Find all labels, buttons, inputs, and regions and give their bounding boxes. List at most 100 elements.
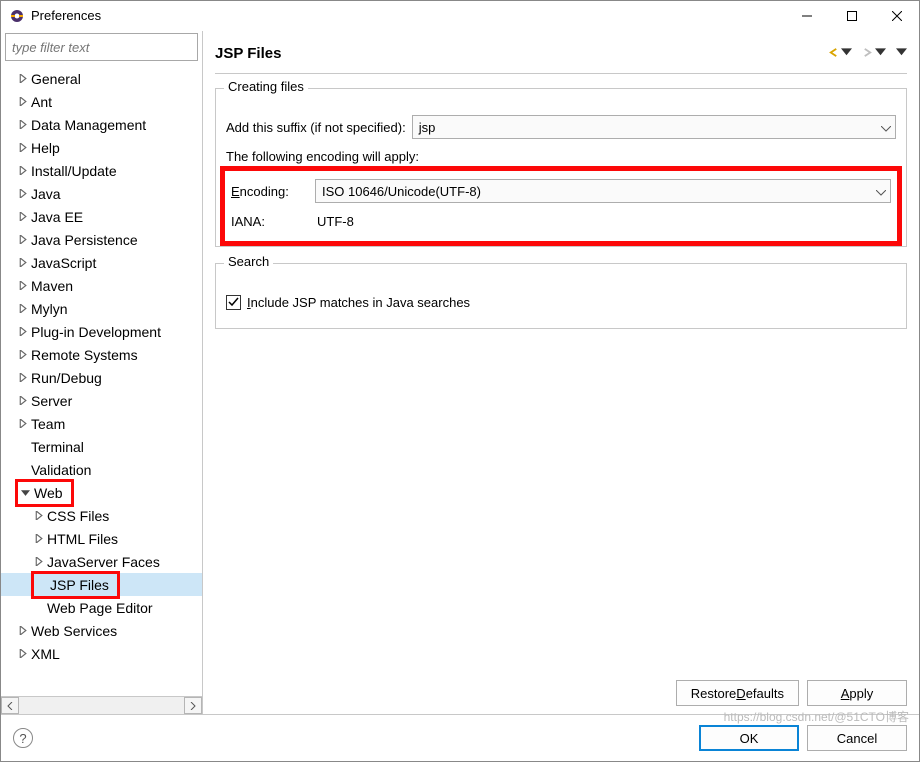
tree-item-label: Terminal	[29, 436, 86, 458]
suffix-combo[interactable]: jsp	[412, 115, 896, 139]
tree-item-label: Server	[29, 390, 74, 412]
encoding-combo[interactable]: ISO 10646/Unicode(UTF-8)	[315, 179, 891, 203]
maximize-button[interactable]	[829, 1, 874, 30]
tree-item[interactable]: Java	[1, 182, 202, 205]
tree-item-label: CSS Files	[45, 505, 111, 527]
tree-item[interactable]: Mylyn	[1, 297, 202, 320]
chevron-right-icon[interactable]	[15, 350, 29, 359]
back-icon[interactable]	[828, 46, 839, 61]
header-toolbar	[828, 46, 907, 61]
minimize-button[interactable]	[784, 1, 829, 30]
tree-item[interactable]: Web	[1, 481, 202, 504]
tree-item[interactable]: Web Services	[1, 619, 202, 642]
encoding-label: Encoding:	[231, 184, 309, 199]
scroll-track[interactable]	[19, 697, 184, 714]
filter-input[interactable]	[10, 39, 193, 56]
highlight-box: Web	[15, 479, 74, 507]
help-icon[interactable]: ?	[13, 728, 33, 748]
tree-item[interactable]: Terminal	[1, 435, 202, 458]
chevron-right-icon[interactable]	[15, 189, 29, 198]
dialog-footer: ? OK Cancel	[1, 714, 919, 761]
chevron-right-icon[interactable]	[15, 143, 29, 152]
close-button[interactable]	[874, 1, 919, 30]
tree-item[interactable]: Java EE	[1, 205, 202, 228]
tree-item-label: JSP Files	[48, 574, 111, 596]
tree-item[interactable]: Remote Systems	[1, 343, 202, 366]
tree-item[interactable]: Ant	[1, 90, 202, 113]
tree-item[interactable]: Install/Update	[1, 159, 202, 182]
footer-buttons: OK Cancel	[699, 725, 907, 751]
tree-item[interactable]: Plug-in Development	[1, 320, 202, 343]
tree-item[interactable]: Run/Debug	[1, 366, 202, 389]
preferences-window: Preferences GeneralAntData ManagementHel…	[0, 0, 920, 762]
forward-icon[interactable]	[862, 46, 873, 61]
chevron-right-icon[interactable]	[31, 557, 45, 566]
forward-dropdown-icon[interactable]	[875, 46, 886, 61]
tree-item[interactable]: Team	[1, 412, 202, 435]
apply-button[interactable]: Apply	[807, 680, 907, 706]
back-dropdown-icon[interactable]	[841, 46, 852, 61]
tree-item-label: Team	[29, 413, 67, 435]
tree-item[interactable]: XML	[1, 642, 202, 665]
creating-files-group: Creating files Add this suffix (if not s…	[215, 88, 907, 247]
preferences-tree[interactable]: GeneralAntData ManagementHelpInstall/Upd…	[1, 65, 202, 696]
chevron-right-icon[interactable]	[15, 327, 29, 336]
creating-files-title: Creating files	[224, 79, 308, 94]
tree-item-label: Web Page Editor	[45, 597, 155, 619]
tree-item-label: JavaScript	[29, 252, 98, 274]
include-jsp-checkbox[interactable]	[226, 295, 241, 310]
filter-field-wrap	[5, 33, 198, 61]
tree-item[interactable]: Server	[1, 389, 202, 412]
chevron-right-icon[interactable]	[15, 120, 29, 129]
tree-item[interactable]: General	[1, 67, 202, 90]
horizontal-scrollbar[interactable]	[1, 696, 202, 714]
tree-item-label: Run/Debug	[29, 367, 104, 389]
tree-item[interactable]: Data Management	[1, 113, 202, 136]
page-title: JSP Files	[215, 45, 281, 62]
sidebar: GeneralAntData ManagementHelpInstall/Upd…	[1, 31, 203, 714]
scroll-left-button[interactable]	[1, 697, 19, 714]
chevron-right-icon[interactable]	[15, 235, 29, 244]
chevron-right-icon[interactable]	[15, 304, 29, 313]
tree-item-label: Plug-in Development	[29, 321, 163, 343]
chevron-right-icon[interactable]	[15, 649, 29, 658]
chevron-right-icon[interactable]	[15, 166, 29, 175]
chevron-right-icon[interactable]	[15, 97, 29, 106]
app-icon	[9, 8, 25, 24]
window-title: Preferences	[31, 8, 101, 23]
include-jsp-label: Include JSP matches in Java searches	[247, 295, 470, 310]
scroll-right-button[interactable]	[184, 697, 202, 714]
restore-defaults-button[interactable]: Restore Defaults	[676, 680, 799, 706]
ok-button[interactable]: OK	[699, 725, 799, 751]
chevron-right-icon[interactable]	[15, 212, 29, 221]
encoding-highlight-box: Encoding: ISO 10646/Unicode(UTF-8) IANA:…	[220, 166, 902, 246]
chevron-right-icon[interactable]	[31, 511, 45, 520]
tree-item[interactable]: JSP Files	[1, 573, 202, 596]
chevron-down-icon	[876, 184, 886, 199]
chevron-right-icon[interactable]	[15, 74, 29, 83]
chevron-right-icon[interactable]	[15, 626, 29, 635]
tree-item[interactable]: HTML Files	[1, 527, 202, 550]
chevron-right-icon[interactable]	[15, 373, 29, 382]
chevron-down-icon[interactable]	[18, 488, 32, 497]
tree-item[interactable]: CSS Files	[1, 504, 202, 527]
tree-item-label: Java Persistence	[29, 229, 140, 251]
tree-item[interactable]: Java Persistence	[1, 228, 202, 251]
tree-item-label: Ant	[29, 91, 54, 113]
tree-item[interactable]: Web Page Editor	[1, 596, 202, 619]
chevron-right-icon[interactable]	[15, 396, 29, 405]
encoding-value: ISO 10646/Unicode(UTF-8)	[322, 184, 876, 199]
chevron-right-icon[interactable]	[31, 534, 45, 543]
cancel-button[interactable]: Cancel	[807, 725, 907, 751]
chevron-right-icon[interactable]	[15, 258, 29, 267]
tree-item-label: Web Services	[29, 620, 119, 642]
search-group: Search Include JSP matches in Java searc…	[215, 263, 907, 329]
tree-item[interactable]: Maven	[1, 274, 202, 297]
iana-value: UTF-8	[317, 214, 354, 229]
menu-dropdown-icon[interactable]	[896, 46, 907, 61]
titlebar: Preferences	[1, 1, 919, 31]
chevron-right-icon[interactable]	[15, 419, 29, 428]
tree-item[interactable]: Help	[1, 136, 202, 159]
chevron-right-icon[interactable]	[15, 281, 29, 290]
tree-item[interactable]: JavaScript	[1, 251, 202, 274]
